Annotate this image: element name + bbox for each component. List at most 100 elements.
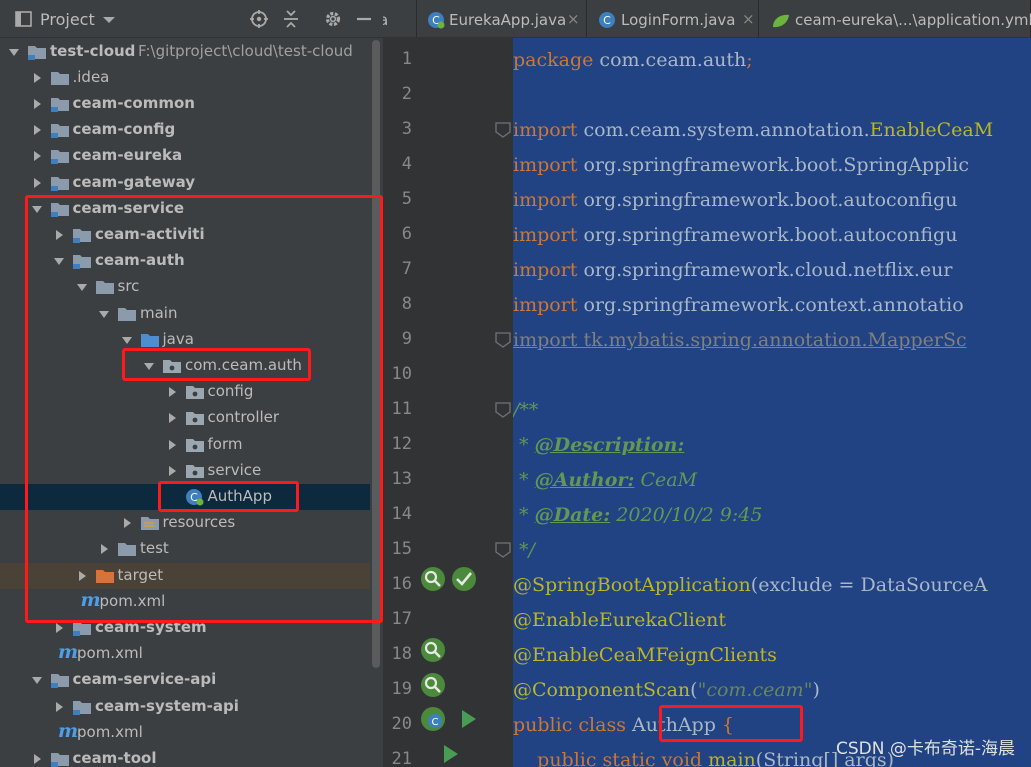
- tree-item-label: ceam-gateway: [72, 172, 196, 191]
- tree-item[interactable]: m pom.xml: [0, 720, 370, 746]
- expand-arrow-right-icon[interactable]: [31, 124, 43, 136]
- code-token: EnableCeaM: [869, 119, 994, 141]
- code-token: com.ceam.auth: [599, 49, 747, 71]
- code-token: 2020/10/2 9:45: [610, 504, 763, 526]
- line-number: 14: [391, 504, 412, 524]
- tab-close-icon[interactable]: ×: [567, 10, 580, 28]
- code-token: (: [690, 679, 698, 701]
- line-number: 9: [401, 329, 412, 349]
- code-line: import org.springframework.boot.SpringAp…: [513, 148, 969, 183]
- line-number: 21: [391, 749, 412, 767]
- code-line: * @Date: 2020/10/2 9:45: [513, 498, 762, 533]
- code-token: CeaM: [634, 469, 698, 491]
- project-panel-title[interactable]: Project: [40, 10, 95, 29]
- code-token: @Date:: [534, 504, 611, 526]
- line-number: 16: [391, 574, 412, 594]
- tree-item[interactable]: .idea: [0, 65, 370, 91]
- code-line: @ComponentScan("com.ceam"): [513, 673, 820, 708]
- code-token: import tk.mybatis.spring.annotation.Mapp…: [513, 329, 967, 351]
- code-line: import org.springframework.boot.autoconf…: [513, 218, 957, 253]
- code-line: import tk.mybatis.spring.annotation.Mapp…: [513, 323, 967, 358]
- tab-loginform[interactable]: C LoginForm.java ×: [587, 0, 759, 37]
- tab-label: ceam-eureka\...\application.yml: [795, 11, 1031, 29]
- code-line: import com.ceam.system.annotation.Enable…: [513, 113, 993, 148]
- spring-class-icon: C: [428, 12, 445, 29]
- line-number: 18: [391, 644, 412, 664]
- gear-icon[interactable]: [323, 9, 343, 29]
- highlight-authapp-box: [158, 481, 299, 512]
- tree-item[interactable]: ceam-eureka: [0, 143, 370, 169]
- locate-file-icon[interactable]: [249, 9, 269, 29]
- bean-search-icon[interactable]: [420, 672, 446, 698]
- tree-item[interactable]: m pom.xml: [0, 641, 370, 667]
- code-line: */: [513, 533, 535, 568]
- expand-arrow-right-icon[interactable]: [53, 701, 65, 713]
- highlight-package-box: [122, 348, 311, 381]
- run-icon[interactable]: [439, 743, 461, 765]
- tree-item[interactable]: ceam-config: [0, 117, 370, 143]
- spring-boot-check-icon[interactable]: [451, 566, 477, 592]
- maven-icon: m: [58, 641, 79, 664]
- tree-item-label: ceam-tool: [72, 748, 157, 767]
- tree-item[interactable]: ceam-service-api: [0, 667, 370, 693]
- watermark: CSDN @卡布奇诺-海晨: [835, 739, 1015, 759]
- tab-partial[interactable]: a: [383, 0, 417, 37]
- hide-panel-icon[interactable]: [354, 9, 374, 29]
- fold-marker-icon[interactable]: [494, 542, 512, 558]
- code-token: org.springframework.boot.SpringApplic: [583, 154, 969, 176]
- fold-marker-icon[interactable]: [494, 402, 512, 418]
- code-line: @EnableEurekaClient: [513, 603, 726, 638]
- code-line: import org.springframework.cloud.netflix…: [513, 253, 952, 288]
- view-dropdown-chevron-icon[interactable]: [101, 9, 117, 29]
- expand-arrow-right-icon[interactable]: [31, 177, 43, 189]
- code-token: (exclude = DataSourceA: [750, 574, 988, 596]
- tree-item[interactable]: ceam-tool: [0, 746, 370, 767]
- tree-item[interactable]: ceam-gateway: [0, 170, 370, 196]
- code-token: import: [513, 154, 584, 176]
- expand-arrow-right-icon[interactable]: [53, 622, 65, 634]
- collapse-all-icon[interactable]: [281, 9, 301, 29]
- tree-item[interactable]: test-cloud F:\gitproject\cloud\test-cloud: [0, 39, 370, 65]
- tab-label: LoginForm.java: [621, 11, 736, 29]
- code-token: @Author:: [534, 469, 635, 491]
- fold-marker-icon[interactable]: [494, 122, 512, 138]
- code-line: * @Description:: [513, 428, 684, 463]
- expand-arrow-right-icon[interactable]: [31, 72, 43, 84]
- code-token: public static void: [513, 749, 709, 767]
- code-editor[interactable]: package com.ceam.auth; import com.ceam.sy…: [513, 38, 1031, 767]
- editor-gutter: 1 2 3 4 5 6 7 8 9 10 11 12 13 14 15 16 17 18 19 20 21: [383, 38, 513, 767]
- code-line: @EnableCeaMFeignClients: [513, 638, 777, 673]
- spring-bean-icon[interactable]: C: [420, 706, 446, 732]
- code-token: org.springframework.boot.autoconfigu: [583, 189, 958, 211]
- expand-arrow-right-icon[interactable]: [31, 98, 43, 110]
- tab-application-yml[interactable]: ceam-eureka\...\application.yml: [759, 0, 1031, 37]
- line-number: 15: [391, 539, 412, 559]
- tree-item[interactable]: ceam-system-api: [0, 694, 370, 720]
- tree-item-label: pom.xml: [77, 722, 143, 741]
- expand-arrow-right-icon[interactable]: [31, 150, 43, 162]
- line-number: 7: [401, 259, 412, 279]
- code-token: import: [513, 119, 584, 141]
- fold-marker-icon[interactable]: [494, 332, 512, 348]
- bean-search-icon[interactable]: [420, 566, 446, 592]
- bean-search-icon[interactable]: [420, 637, 446, 663]
- run-icon[interactable]: [457, 708, 479, 730]
- module-folder-icon: [73, 700, 91, 715]
- tab-eurekaapp[interactable]: C EurekaApp.java ×: [417, 0, 587, 37]
- code-token: import: [513, 224, 584, 246]
- module-folder-icon: [50, 150, 69, 165]
- code-token: org.springframework.boot.autoconfigu: [583, 224, 958, 246]
- tree-item-path: F:\gitproject\cloud\test-cloud: [138, 41, 353, 60]
- expand-arrow-down-icon[interactable]: [31, 674, 43, 686]
- code-token: package: [513, 49, 600, 71]
- tree-item[interactable]: ceam-common: [0, 91, 370, 117]
- code-token: ;: [746, 49, 753, 71]
- line-number: 5: [401, 189, 412, 209]
- code-token: *: [513, 434, 535, 456]
- tree-item-label: ceam-config: [72, 120, 176, 139]
- expand-arrow-right-icon[interactable]: [31, 753, 43, 765]
- expand-arrow-down-icon[interactable]: [8, 46, 20, 58]
- code-line: import org.springframework.context.annot…: [513, 288, 964, 323]
- code-line: /**: [513, 393, 538, 428]
- tab-close-icon[interactable]: ×: [742, 10, 755, 28]
